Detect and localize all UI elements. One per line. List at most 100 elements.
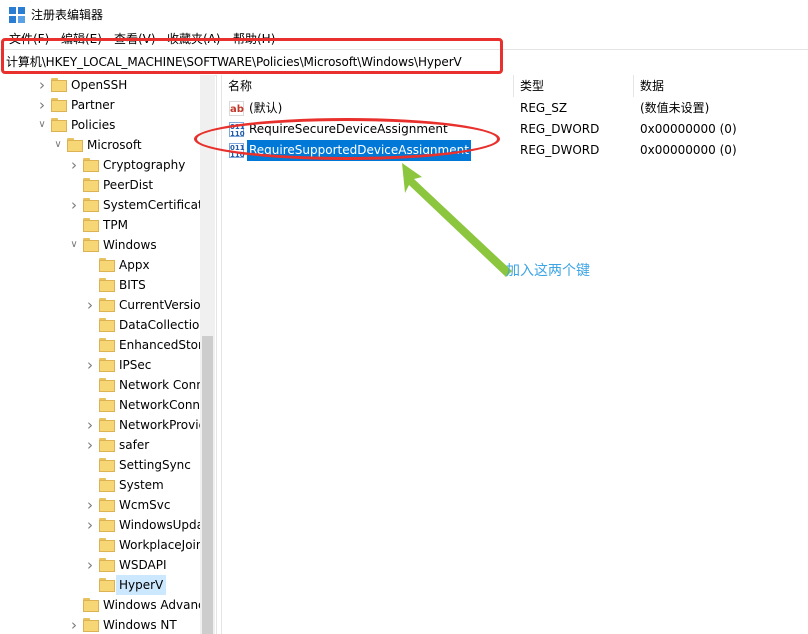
tree-item-label: OpenSSH <box>71 78 128 92</box>
chevron-right-icon[interactable]: › <box>37 75 47 95</box>
folder-icon <box>99 378 115 392</box>
folder-icon <box>83 178 99 192</box>
tree-item[interactable]: › SystemCertificates <box>0 195 200 215</box>
chevron-right-icon[interactable]: › <box>85 295 95 315</box>
tree-item-label: Windows <box>103 238 157 252</box>
folder-icon <box>83 618 99 632</box>
menu-help[interactable]: 帮助(H) <box>233 31 275 47</box>
no-chevron <box>85 375 95 395</box>
address-bar[interactable]: 计算机\HKEY_LOCAL_MACHINE\SOFTWARE\Policies… <box>0 49 808 76</box>
folder-icon <box>67 138 83 152</box>
menu-file[interactable]: 文件(F) <box>9 31 49 47</box>
chevron-right-icon[interactable]: › <box>69 155 79 175</box>
folder-icon <box>83 598 99 612</box>
tree-item[interactable]: TPM <box>0 215 200 235</box>
string-value-icon: ab <box>229 101 244 116</box>
tree-item[interactable]: HyperV <box>0 575 200 595</box>
chevron-right-icon[interactable]: › <box>85 495 95 515</box>
column-header-type[interactable]: 类型 <box>514 75 634 97</box>
tree-item[interactable]: › IPSec <box>0 355 200 375</box>
chevron-down-icon[interactable]: ∨ <box>69 235 79 255</box>
chevron-down-icon[interactable]: ∨ <box>37 115 47 135</box>
folder-icon <box>99 438 115 452</box>
tree-item-label: NetworkConnectivityStatusIndicator <box>119 398 200 412</box>
value-row[interactable]: ab (默认) REG_SZ (数值未设置) <box>222 98 808 119</box>
tree-scrollbar[interactable] <box>200 75 215 634</box>
tree-item[interactable]: ∨ Policies <box>0 115 200 135</box>
tree-item[interactable]: › WSDAPI <box>0 555 200 575</box>
tree-item[interactable]: SettingSync <box>0 455 200 475</box>
chevron-right-icon[interactable]: › <box>85 435 95 455</box>
tree-item[interactable]: Windows Advanced Threat Protection <box>0 595 200 615</box>
tree-item-label: WorkplaceJoin <box>119 538 200 552</box>
chevron-down-icon[interactable]: ∨ <box>53 135 63 155</box>
binary-value-icon: 011 110 <box>229 122 245 138</box>
no-chevron <box>85 575 95 595</box>
column-header-data[interactable]: 数据 <box>634 75 808 97</box>
chevron-right-icon[interactable]: › <box>85 555 95 575</box>
tree-item[interactable]: PeerDist <box>0 175 200 195</box>
tree-item[interactable]: BITS <box>0 275 200 295</box>
tree-item-label: DataCollection <box>119 318 200 332</box>
chevron-right-icon[interactable]: › <box>85 515 95 535</box>
tree-item[interactable]: › WcmSvc <box>0 495 200 515</box>
window-title: 注册表编辑器 <box>31 8 104 22</box>
chevron-right-icon[interactable]: › <box>69 615 79 634</box>
tree-item[interactable]: NetworkConnectivityStatusIndicator <box>0 395 200 415</box>
tree-item-label: Partner <box>71 98 115 112</box>
title-bar: 注册表编辑器 <box>0 0 808 30</box>
tree-item[interactable]: › WindowsUpdate <box>0 515 200 535</box>
tree-item-label: Policies <box>71 118 116 132</box>
tree-item[interactable]: › Windows NT <box>0 615 200 634</box>
chevron-right-icon[interactable]: › <box>69 195 79 215</box>
tree-item[interactable]: System <box>0 475 200 495</box>
annotation-text: 加入这两个键 <box>506 263 590 279</box>
column-header-name[interactable]: 名称 <box>222 75 514 97</box>
chevron-right-icon[interactable]: › <box>37 95 47 115</box>
folder-icon <box>99 398 115 412</box>
address-path[interactable]: 计算机\HKEY_LOCAL_MACHINE\SOFTWARE\Policies… <box>6 54 462 70</box>
tree-item[interactable]: ∨ Windows <box>0 235 200 255</box>
chevron-right-icon[interactable]: › <box>85 415 95 435</box>
folder-icon <box>99 578 115 592</box>
folder-icon <box>83 158 99 172</box>
folder-icon <box>51 78 67 92</box>
menu-edit[interactable]: 编辑(E) <box>61 31 102 47</box>
tree-item-label: CurrentVersion <box>119 298 200 312</box>
tree-item[interactable]: Appx <box>0 255 200 275</box>
tree-item-label: WSDAPI <box>119 558 167 572</box>
tree-item[interactable]: › NetworkProvider <box>0 415 200 435</box>
menu-favorites[interactable]: 收藏夹(A) <box>167 31 221 47</box>
value-data: 0x00000000 (0) <box>640 143 737 157</box>
menu-view[interactable]: 查看(V) <box>114 31 156 47</box>
tree-item[interactable]: › safer <box>0 435 200 455</box>
tree-item[interactable]: Network Connections <box>0 375 200 395</box>
chevron-right-icon[interactable]: › <box>85 355 95 375</box>
tree-item[interactable]: › CurrentVersion <box>0 295 200 315</box>
no-chevron <box>85 275 95 295</box>
tree-item-label: System <box>119 478 164 492</box>
no-chevron <box>85 335 95 355</box>
tree-scrollbar-thumb[interactable] <box>202 336 213 634</box>
tree-item[interactable]: ∨ Microsoft <box>0 135 200 155</box>
no-chevron <box>85 315 95 335</box>
tree-item-label: WindowsUpdate <box>119 518 200 532</box>
tree-item[interactable]: DataCollection <box>0 315 200 335</box>
folder-icon <box>99 298 115 312</box>
tree-item-label: Windows NT <box>103 618 177 632</box>
tree-item[interactable]: › OpenSSH <box>0 75 200 95</box>
tree-item[interactable]: › Cryptography <box>0 155 200 175</box>
tree-item[interactable]: › Partner <box>0 95 200 115</box>
tree-item-label: TPM <box>103 218 128 232</box>
tree-item-label: SettingSync <box>119 458 191 472</box>
key-tree[interactable]: › OpenSSH › Partner ∨ Policies ∨ Microsoft › Cryp… <box>0 75 200 634</box>
value-row[interactable]: 011 110 RequireSecureDeviceAssignment REG_D… <box>222 119 808 140</box>
tree-item[interactable]: EnhancedStorage <box>0 335 200 355</box>
no-chevron <box>85 395 95 415</box>
binary-value-icon: 011 110 <box>229 143 245 159</box>
tree-item[interactable]: WorkplaceJoin <box>0 535 200 555</box>
value-type: REG_DWORD <box>520 143 600 157</box>
regedit-app-icon <box>9 7 25 23</box>
folder-icon <box>99 478 115 492</box>
folder-icon <box>99 338 115 352</box>
